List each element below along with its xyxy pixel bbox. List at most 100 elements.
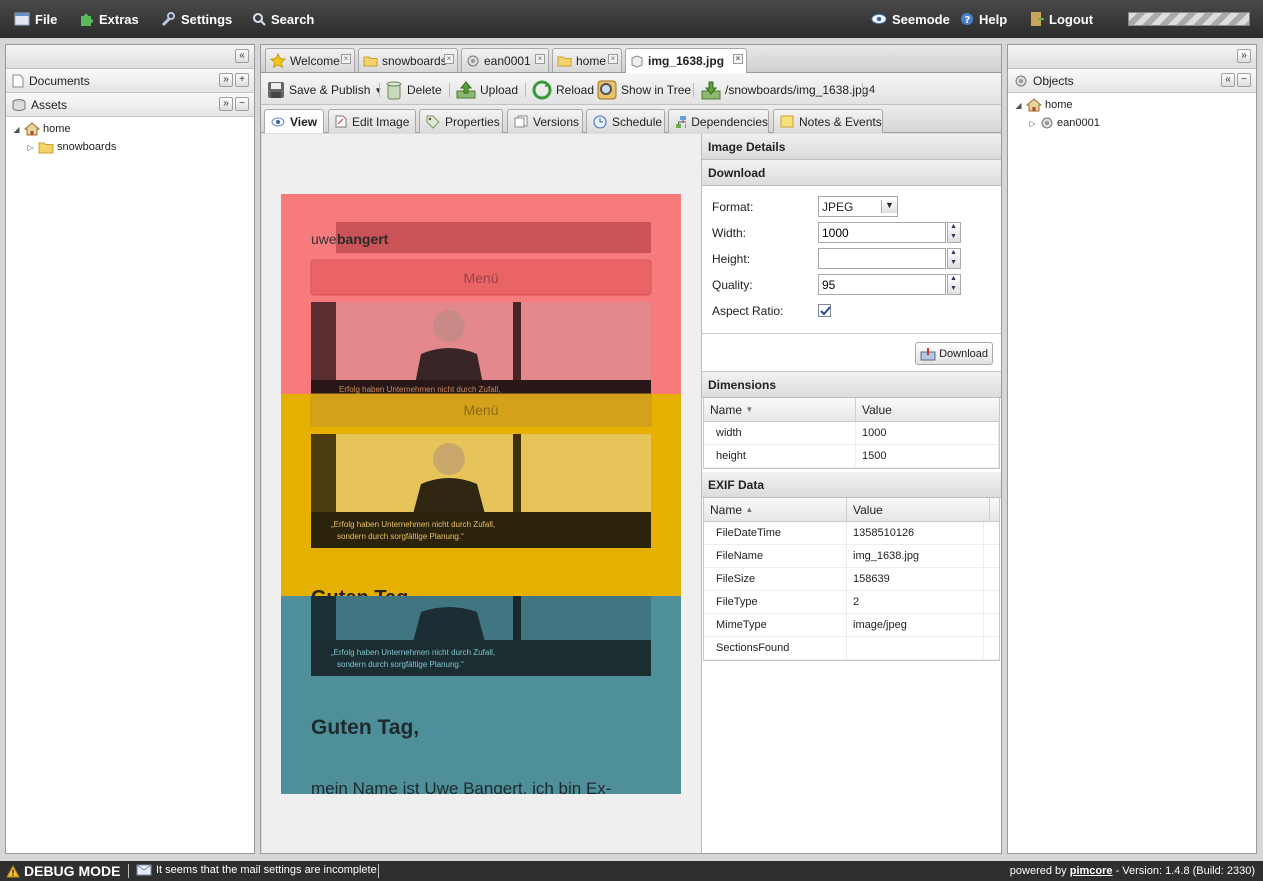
toolbar-separator (379, 83, 380, 97)
exif-section-title: EXIF Data (702, 472, 1001, 498)
tab-img-1638[interactable]: img_1638.jpg × (625, 48, 747, 73)
table-row[interactable]: FileName img_1638.jpg (704, 545, 999, 568)
status-separator (378, 864, 379, 878)
tab-schedule[interactable]: Schedule (586, 109, 665, 133)
menu-search[interactable]: Search (252, 10, 314, 28)
quality-label: Quality: (712, 278, 753, 292)
table-row[interactable]: FileType 2 (704, 591, 999, 614)
expand-documents-icon[interactable]: » (219, 73, 233, 87)
tab-snowboards[interactable]: snowboards × (358, 48, 458, 72)
width-spinner-icon[interactable] (947, 222, 961, 243)
close-icon[interactable]: × (341, 54, 351, 64)
height-spinner-icon[interactable] (947, 248, 961, 269)
download-form: Format: JPEG ▼ Width: Height: Quality: A… (702, 186, 1001, 334)
aspect-ratio-checkbox[interactable] (818, 304, 831, 317)
accordion-assets[interactable]: Assets » − (6, 93, 254, 117)
tree-node-ean0001[interactable]: ▷ ean0001 (1014, 114, 1256, 132)
quality-spinner-icon[interactable] (947, 274, 961, 295)
table-row[interactable]: MimeType image/jpeg (704, 614, 999, 637)
col-name[interactable]: Name ▼ (704, 398, 856, 421)
reload-button[interactable]: Reload (532, 79, 594, 101)
download-button[interactable]: Download (915, 342, 993, 365)
collapse-left-icon[interactable]: « (235, 49, 249, 63)
height-input[interactable] (818, 248, 946, 269)
save-publish-button[interactable]: Save & Publish▼ (267, 79, 382, 101)
body-text: mein Name ist Uwe Bangert, ich bin Ex- (311, 779, 611, 794)
pimcore-link[interactable]: pimcore (1070, 865, 1113, 877)
close-icon[interactable]: × (608, 54, 618, 64)
download-icon (701, 81, 721, 100)
right-panel-header: » (1008, 45, 1256, 69)
sort-asc-icon: ▲ (745, 505, 754, 514)
warning-icon (6, 864, 20, 877)
expand-objects-icon[interactable]: « (1221, 73, 1235, 87)
add-documents-icon[interactable]: + (235, 73, 249, 87)
folder-icon (557, 56, 572, 66)
version-info: powered by pimcore - Version: 1.4.8 (Bui… (1009, 865, 1255, 877)
mail-warning[interactable]: It seems that the mail settings are inco… (136, 864, 377, 876)
tab-notes-events[interactable]: Notes & Events (773, 109, 883, 133)
format-select[interactable]: JPEG ▼ (818, 196, 898, 217)
svg-text:?: ? (965, 15, 971, 26)
close-icon[interactable]: × (444, 54, 454, 64)
collapsed-arrow-icon[interactable]: ▷ (26, 143, 35, 152)
table-row[interactable]: SectionsFound (704, 637, 999, 660)
expand-assets-icon[interactable]: » (219, 97, 233, 111)
delete-button[interactable]: Delete (385, 79, 442, 101)
debug-mode-indicator: DEBUG MODE (6, 863, 120, 879)
tab-versions[interactable]: Versions (507, 109, 583, 133)
menu-settings[interactable]: Settings (160, 10, 232, 28)
image-preview: uwe bangert Menü Erfolg haben Unternehme… (281, 194, 681, 794)
menu-extras[interactable]: Extras (78, 10, 139, 28)
col-value[interactable]: Value (856, 398, 999, 421)
tab-properties[interactable]: Properties (419, 109, 503, 133)
tree-node-home[interactable]: ◢ home (1014, 96, 1256, 114)
collapsed-arrow-icon[interactable]: ▷ (1028, 119, 1037, 128)
asset-subtabs: View Edit Image Properties Versions Sche… (261, 105, 1001, 133)
seemode-button[interactable]: Seemode (871, 10, 950, 28)
table-row[interactable]: height 1500 (704, 445, 999, 468)
objects-icon (1015, 75, 1027, 86)
toolbar-separator (449, 83, 450, 97)
quality-input[interactable] (818, 274, 946, 295)
close-icon[interactable]: × (733, 54, 743, 64)
dropdown-arrow-icon[interactable]: ▼ (881, 200, 897, 213)
status-bar: DEBUG MODE It seems that the mail settin… (0, 861, 1263, 881)
dependencies-icon (676, 115, 687, 128)
accordion-objects[interactable]: Objects « − (1008, 69, 1256, 93)
home-icon (1026, 98, 1042, 112)
tab-view[interactable]: View (264, 109, 324, 133)
tab-edit-image[interactable]: Edit Image (328, 109, 416, 133)
tab-dependencies[interactable]: Dependencies (668, 109, 769, 133)
table-row[interactable]: FileDateTime 1358510126 (704, 522, 999, 545)
tab-ean0001[interactable]: ean0001 × (461, 48, 549, 72)
help-button[interactable]: ? Help (960, 10, 1007, 28)
logout-button[interactable]: Logout (1030, 10, 1093, 28)
home-icon (24, 122, 40, 136)
collapse-right-icon[interactable]: » (1237, 49, 1251, 63)
expanded-arrow-icon[interactable]: ◢ (12, 125, 21, 134)
close-icon[interactable]: × (535, 54, 545, 64)
upload-button[interactable]: Upload (456, 79, 518, 101)
file-icon (14, 12, 30, 26)
col-name[interactable]: Name ▲ (704, 498, 847, 521)
quote-line1: „Erfolg haben Unternehmen nicht durch Zu… (331, 520, 495, 529)
eye-icon (271, 117, 285, 126)
collapse-assets-icon[interactable]: − (235, 97, 249, 111)
download-path-button[interactable]: /snowboards/img_1638.jpg (701, 79, 868, 101)
checkmark-icon (820, 306, 831, 316)
accordion-documents[interactable]: Documents » + (6, 69, 254, 93)
tree-node-snowboards[interactable]: ▷ snowboards (12, 138, 254, 156)
table-row[interactable]: width 1000 (704, 422, 999, 445)
show-in-tree-button[interactable]: Show in Tree (597, 79, 691, 101)
tab-welcome[interactable]: Welcome × (265, 48, 355, 72)
col-value[interactable]: Value (847, 498, 990, 521)
collapse-objects-icon[interactable]: − (1237, 73, 1251, 87)
image-view-area: uwe bangert Menü Erfolg haben Unternehme… (262, 134, 702, 853)
width-input[interactable] (818, 222, 946, 243)
menu-file[interactable]: File (14, 10, 57, 28)
expanded-arrow-icon[interactable]: ◢ (1014, 101, 1023, 110)
table-row[interactable]: FileSize 158639 (704, 568, 999, 591)
tab-home[interactable]: home × (552, 48, 622, 72)
tree-node-home[interactable]: ◢ home (12, 120, 254, 138)
